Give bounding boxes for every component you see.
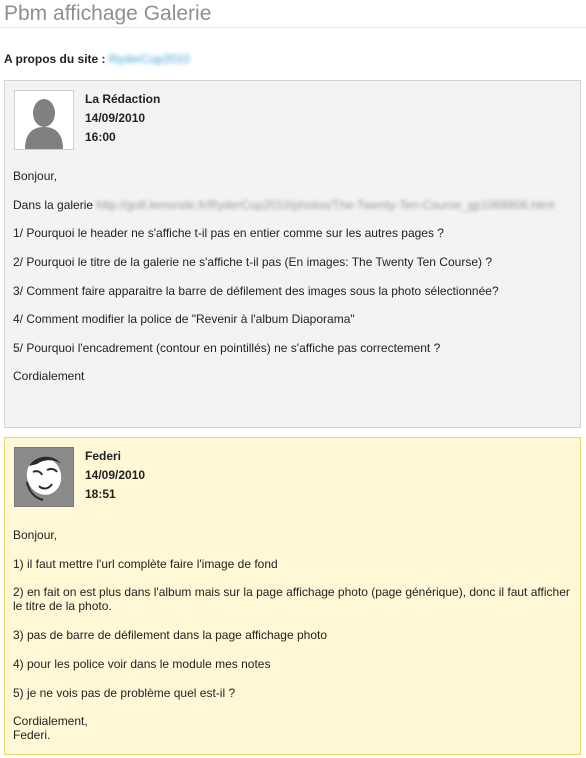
post-time: 16:00 [85,130,116,144]
closing: Cordialement [13,369,85,383]
answer-line: 5) je ne vois pas de problème quel est-i… [13,686,236,700]
author-name: La Rédaction [85,92,161,106]
about-label: A propos du site : [4,52,106,66]
question-line: 2/ Pourquoi le titre de la galerie ne s'… [13,255,492,269]
site-link[interactable]: RyderCup2010 [109,52,190,66]
avatar [14,447,74,507]
user-silhouette-icon [25,99,63,149]
answer-line: 3) pas de barre de défilement dans la pa… [13,628,328,642]
gallery-url-link[interactable]: http://golf.lemonde.fr/RyderCup2010/phot… [96,198,554,212]
answer-line: 2) en fait on est plus dans l'album mais… [13,585,570,613]
answer-line: 1) il faut mettre l'url complète faire l… [13,557,278,571]
post-meta: La Rédaction 14/09/2010 16:00 [85,90,160,147]
greeting: Bonjour, [13,169,58,183]
face-sketch-icon [15,448,73,506]
greeting: Bonjour, [13,528,58,542]
author-name: Federi [85,449,122,463]
post-date: 14/09/2010 [85,468,146,482]
question-line: 5/ Pourquoi l'encadrement (contour en po… [13,341,441,355]
about-site: A propos du site : RyderCup2010 [4,52,190,66]
closing: Cordialement, [13,714,88,728]
comment-post: Federi 14/09/2010 18:51 Bonjour, 1) il f… [4,437,581,755]
avatar [14,90,74,150]
question-line: 4/ Comment modifier la police de "Reveni… [13,312,355,326]
page-title: Pbm affichage Galerie [4,2,212,25]
comment-post: La Rédaction 14/09/2010 16:00 Bonjour, D… [4,80,581,428]
post-time: 18:51 [85,487,116,501]
question-line: 3/ Comment faire apparaitre la barre de … [13,284,499,298]
question-line: 1/ Pourquoi le header ne s'affiche t-il … [13,226,444,240]
post-meta: Federi 14/09/2010 18:51 [85,447,145,504]
gallery-line: Dans la galerie http://golf.lemonde.fr/R… [13,198,572,212]
answer-line: 4) pour les police voir dans le module m… [13,657,271,671]
post-date: 14/09/2010 [85,111,146,125]
signature: Federi. [13,728,51,742]
gallery-intro: Dans la galerie [13,198,94,212]
title-divider [0,27,586,28]
